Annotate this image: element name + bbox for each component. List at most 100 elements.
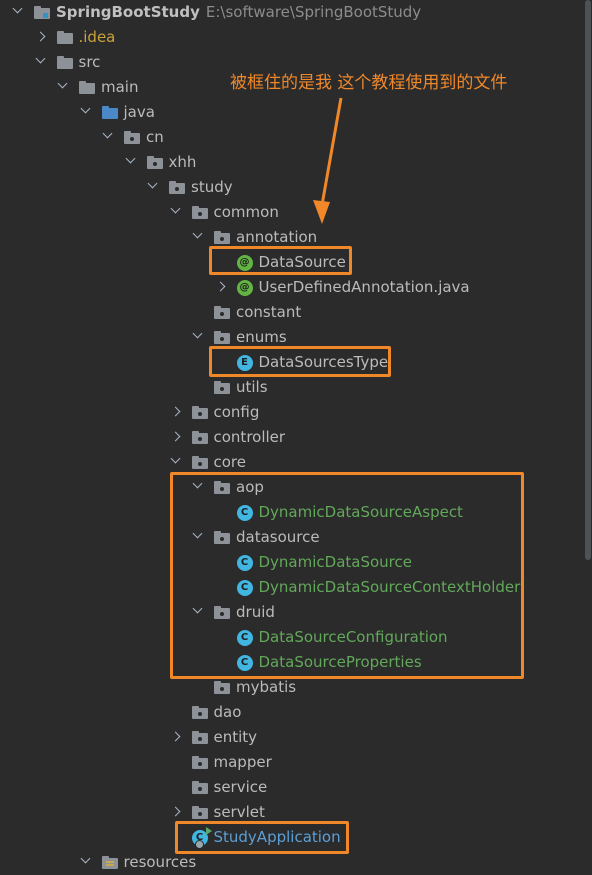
package-icon [191,731,208,744]
tree-label-text: utils [236,378,268,396]
tree-row-package-study[interactable]: study [0,175,592,200]
tree-row-package-entity[interactable]: entity [0,725,592,750]
highlight-studyapplication [175,821,349,854]
folder-icon [56,31,73,44]
tree-label: common [214,203,279,221]
tree-label: .idea [79,28,116,46]
tree-row-package-xhh[interactable]: xhh [0,150,592,175]
scrollbar-thumb[interactable] [585,0,591,560]
package-icon [191,781,208,794]
chevron-right-icon[interactable] [170,406,180,417]
tree-row-package-constant[interactable]: constant [0,300,592,325]
chevron-down-icon[interactable] [192,228,203,239]
chevron-down-icon[interactable] [12,3,23,14]
tree-label-text: config [213,403,260,421]
chevron-right-icon[interactable] [170,806,180,817]
tree-label-text: study [191,178,233,196]
package-icon [191,806,208,819]
package-icon [191,706,208,719]
package-icon [191,756,208,769]
tree-label: core [214,453,247,471]
tree-label: study [191,178,233,196]
chevron-down-icon[interactable] [80,853,90,864]
package-icon [214,681,230,694]
tree-label-text: src [78,53,101,71]
tree-label-text: xhh [168,153,197,171]
chevron-right-icon[interactable] [170,731,180,742]
tree-row-package-service[interactable]: service [0,775,592,800]
highlight-core-group [170,472,524,679]
tree-label: service [214,778,268,796]
tree-label: enums [236,328,287,346]
tree-label: controller [214,428,286,446]
tree-label: cn [146,128,164,146]
tree-label: resources [124,853,197,871]
tree-label-text: entity [213,728,258,746]
tree-label-text: resources [123,853,197,871]
package-icon [191,456,208,469]
tree-label: src [79,53,101,71]
package-icon [124,131,140,144]
package-icon [214,331,230,344]
folder-icon [56,56,73,69]
tree-label: constant [236,303,301,321]
tree-row-package-utils[interactable]: utils [0,375,592,400]
chevron-right-icon[interactable] [170,431,180,442]
tree-label: mybatis [236,678,296,696]
tree-row-file-userdefinedannotation[interactable]: @ UserDefinedAnnotation.java [0,275,592,300]
chevron-down-icon[interactable] [102,128,113,139]
tree-label-text: common [213,203,279,221]
module-icon [34,6,50,19]
tree-row-folder-java[interactable]: java [0,100,592,125]
folder-icon [101,106,118,119]
tree-label: entity [214,728,258,746]
annotation-text: 被框住的是我 这个教程使用到的文件 [230,73,508,93]
tree-row-package-cn[interactable]: cn [0,125,592,150]
tree-row-project-root[interactable]: SpringBootStudy E:\software\SpringBootStu… [0,0,592,25]
tree-row-folder-idea[interactable]: .idea [0,25,592,50]
highlight-datasourcestype [209,346,391,377]
tree-label: java [124,103,155,121]
tree-label: UserDefinedAnnotation.java [259,278,470,296]
folder-icon [79,81,95,94]
package-icon [214,381,230,394]
chevron-right-icon[interactable] [215,281,225,292]
scrollbar[interactable] [584,0,592,868]
tree-row-package-common[interactable]: common [0,200,592,225]
package-icon [191,206,208,219]
tree-row-package-dao[interactable]: dao [0,700,592,725]
chevron-down-icon[interactable] [170,453,180,464]
tree-label-text: core [213,453,247,471]
chevron-down-icon[interactable] [192,328,203,339]
chevron-down-icon[interactable] [170,203,180,214]
chevron-right-icon[interactable] [35,31,45,42]
chevron-down-icon[interactable] [35,53,45,64]
tree-label-text: cn [146,128,164,146]
tree-label-text: enums [236,328,287,346]
annotation-icon: @ [236,280,253,296]
highlight-datasource [209,246,352,275]
tree-row-package-config[interactable]: config [0,400,592,425]
package-icon [146,156,163,169]
tree-label: xhh [169,153,197,171]
tree-label-text: .idea [78,28,116,46]
tree-label-text: UserDefinedAnnotation.java [258,278,470,296]
chevron-down-icon[interactable] [80,103,90,114]
tree-label-text: java [123,103,155,121]
tree-label: main [101,78,138,96]
tree-label: config [214,403,260,421]
tree-label-text: annotation [236,228,318,246]
tree-label-text: main [101,78,139,96]
tree-label-text: mapper [213,753,272,771]
tree-row-package-controller[interactable]: controller [0,425,592,450]
tree-label-text: controller [213,428,286,446]
chevron-down-icon[interactable] [57,78,68,89]
package-icon [191,431,208,444]
chevron-down-icon[interactable] [125,153,135,164]
tree-label: annotation [236,228,317,246]
tree-row-package-mapper[interactable]: mapper [0,750,592,775]
tree-label-text: dao [213,703,242,721]
chevron-down-icon[interactable] [147,178,158,189]
package-icon [191,406,208,419]
tree-label-text: mybatis [236,678,297,696]
